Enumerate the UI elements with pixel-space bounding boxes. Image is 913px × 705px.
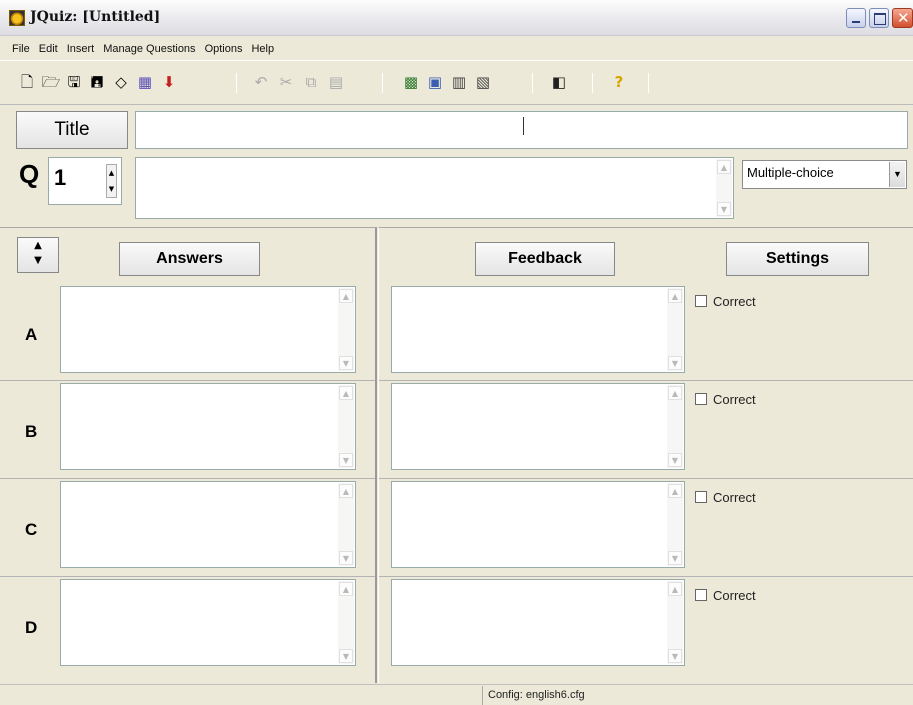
row-divider	[0, 380, 375, 381]
cut-icon[interactable]: ✂	[275, 71, 297, 93]
config-icon[interactable]: ◧	[548, 71, 570, 93]
eraser-icon[interactable]: ◇	[110, 71, 132, 93]
toolbar: 🗋 🗁 🖫 🖪 ◇ ▦ ⬇ ↶ ✂ ⧉ ▤ ▩ ▣ ▥ ▧ ◧ ?	[0, 60, 913, 104]
menu-insert[interactable]: Insert	[67, 43, 95, 55]
toolbar-separator	[236, 73, 237, 93]
paste-icon[interactable]: ▤	[325, 71, 347, 93]
insert-media-icon[interactable]: ▥	[448, 71, 470, 93]
scrollbar[interactable]: ▲ ▼	[338, 385, 354, 468]
answers-header-button[interactable]: Answers	[119, 242, 260, 276]
insert-picture-icon[interactable]: ▩	[400, 71, 422, 93]
menu-file[interactable]: File	[12, 43, 30, 55]
title-button[interactable]: Title	[16, 111, 128, 149]
feedback-b-text-area[interactable]: ▲ ▼	[391, 383, 685, 470]
correct-checkbox-b[interactable]: Correct	[695, 392, 756, 407]
scrollbar[interactable]: ▲ ▼	[667, 288, 683, 371]
title-bar: JQuiz: [Untitled] ✕	[0, 0, 913, 36]
window-title: JQuiz: [Untitled]	[30, 9, 161, 25]
correct-label: Correct	[713, 294, 756, 309]
correct-checkbox-c[interactable]: Correct	[695, 490, 756, 505]
answer-letter-a: A	[25, 325, 38, 344]
config-status: Config: english6.cfg	[482, 686, 590, 705]
scrollbar[interactable]: ▲ ▼	[338, 581, 354, 664]
save-as-icon[interactable]: 🖪	[86, 71, 108, 93]
toolbar-separator	[648, 73, 649, 93]
scrollbar[interactable]: ▲ ▼	[716, 159, 732, 217]
feedback-header-button[interactable]: Feedback	[475, 242, 615, 276]
answer-letter-c: C	[25, 520, 38, 539]
correct-label: Correct	[713, 588, 756, 603]
answer-letter-b: B	[25, 422, 38, 441]
insert-link-icon[interactable]: ▣	[424, 71, 446, 93]
checkbox[interactable]	[695, 393, 707, 405]
correct-checkbox-a[interactable]: Correct	[695, 294, 756, 309]
close-icon: ✕	[897, 9, 910, 27]
correct-checkbox-d[interactable]: Correct	[695, 588, 756, 603]
help-icon[interactable]: ?	[608, 71, 630, 93]
question-type-select[interactable]: Multiple-choice ▼	[742, 160, 907, 189]
question-number: 1	[54, 165, 67, 190]
correct-label: Correct	[713, 490, 756, 505]
title-input[interactable]	[135, 111, 908, 149]
menu-options[interactable]: Options	[205, 43, 243, 55]
menu-help[interactable]: Help	[251, 43, 274, 55]
answers-pane: ▲ ▼ Answers A ▲ ▼ B ▲ ▼ C ▲ ▼ D ▲ ▼	[0, 227, 377, 683]
feedback-pane: Feedback Settings ▲ ▼ ▲ ▼ ▲ ▼ ▲ ▼	[378, 227, 913, 683]
minimize-button[interactable]	[846, 8, 866, 28]
menu-edit[interactable]: Edit	[39, 43, 58, 55]
checkbox[interactable]	[695, 589, 707, 601]
correct-label: Correct	[713, 392, 756, 407]
answer-c-text-area[interactable]: ▲ ▼	[60, 481, 356, 568]
row-divider	[379, 478, 913, 479]
question-text-area[interactable]: ▲ ▼	[135, 157, 734, 219]
web-export-icon[interactable]: ▦	[134, 71, 156, 93]
answer-letter-d: D	[25, 618, 38, 637]
new-file-icon[interactable]: 🗋	[16, 71, 38, 93]
scrollbar[interactable]: ▲ ▼	[667, 483, 683, 566]
scrollbar[interactable]: ▲ ▼	[667, 581, 683, 664]
stepper-arrows[interactable]: ▲ ▼	[106, 164, 117, 198]
feedback-d-text-area[interactable]: ▲ ▼	[391, 579, 685, 666]
row-divider	[0, 478, 375, 479]
answer-a-text-area[interactable]: ▲ ▼	[60, 286, 356, 373]
scrollbar[interactable]: ▲ ▼	[667, 385, 683, 468]
insert-object-icon[interactable]: ▧	[472, 71, 494, 93]
checkbox[interactable]	[695, 295, 707, 307]
question-header-panel: Title Q 1 ▲ ▼ ▲ ▼ Multiple-choice ▼	[0, 104, 913, 227]
scrollbar[interactable]: ▲ ▼	[338, 288, 354, 371]
status-bar: Config: english6.cfg	[0, 684, 913, 705]
answer-d-text-area[interactable]: ▲ ▼	[60, 579, 356, 666]
feedback-a-text-area[interactable]: ▲ ▼	[391, 286, 685, 373]
row-divider	[379, 380, 913, 381]
question-type-value: Multiple-choice	[747, 165, 834, 180]
maximize-button[interactable]	[869, 8, 889, 28]
feedback-c-text-area[interactable]: ▲ ▼	[391, 481, 685, 568]
toolbar-separator	[532, 73, 533, 93]
open-folder-icon[interactable]: 🗁	[40, 71, 62, 93]
reorder-button[interactable]: ▲ ▼	[17, 237, 59, 273]
chevron-down-icon[interactable]: ▼	[889, 162, 905, 187]
row-divider	[379, 576, 913, 577]
export-arrow-icon[interactable]: ⬇	[158, 71, 180, 93]
toolbar-separator	[382, 73, 383, 93]
row-divider	[0, 576, 375, 577]
answer-b-text-area[interactable]: ▲ ▼	[60, 383, 356, 470]
question-number-stepper[interactable]: 1 ▲ ▼	[48, 157, 122, 205]
copy-icon[interactable]: ⧉	[300, 71, 322, 93]
scrollbar[interactable]: ▲ ▼	[338, 483, 354, 566]
checkbox[interactable]	[695, 491, 707, 503]
save-icon[interactable]: 🖫	[63, 71, 85, 93]
question-label: Q	[19, 159, 40, 189]
settings-header-button[interactable]: Settings	[726, 242, 869, 276]
close-button[interactable]: ✕	[892, 8, 913, 28]
menu-manage-questions[interactable]: Manage Questions	[103, 43, 195, 55]
app-icon	[9, 10, 25, 26]
menu-bar: File Edit Insert Manage Questions Option…	[0, 37, 913, 60]
undo-icon[interactable]: ↶	[250, 71, 272, 93]
toolbar-separator	[592, 73, 593, 93]
text-caret	[523, 117, 524, 135]
